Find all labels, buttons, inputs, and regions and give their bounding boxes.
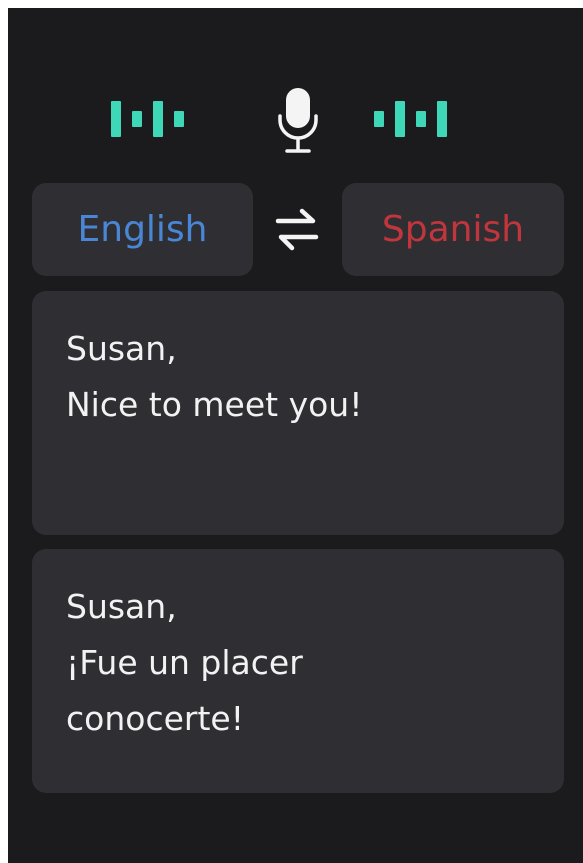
source-text-line: Susan,: [66, 329, 177, 368]
target-language-label: Spanish: [381, 209, 525, 250]
source-language-button[interactable]: English: [32, 183, 253, 276]
sound-wave-right-icon: [374, 84, 447, 154]
translated-text-line: Susan,: [66, 587, 177, 626]
target-language-button[interactable]: Spanish: [342, 183, 564, 276]
microphone-icon[interactable]: [274, 86, 322, 158]
source-text-panel: Susan, Nice to meet you!: [32, 291, 564, 535]
sound-wave-left-icon: [111, 84, 184, 154]
source-language-label: English: [77, 209, 208, 250]
translator-screen: English Spanish Susan, Nice to meet you!…: [8, 8, 583, 863]
swap-languages-icon[interactable]: [272, 204, 322, 256]
translated-text-panel: Susan, ¡Fue un placer conocerte!: [32, 549, 564, 793]
translated-text-line: conocerte!: [66, 699, 244, 738]
source-text-line: Nice to meet you!: [66, 385, 363, 424]
translated-text-line: ¡Fue un placer: [66, 643, 303, 682]
